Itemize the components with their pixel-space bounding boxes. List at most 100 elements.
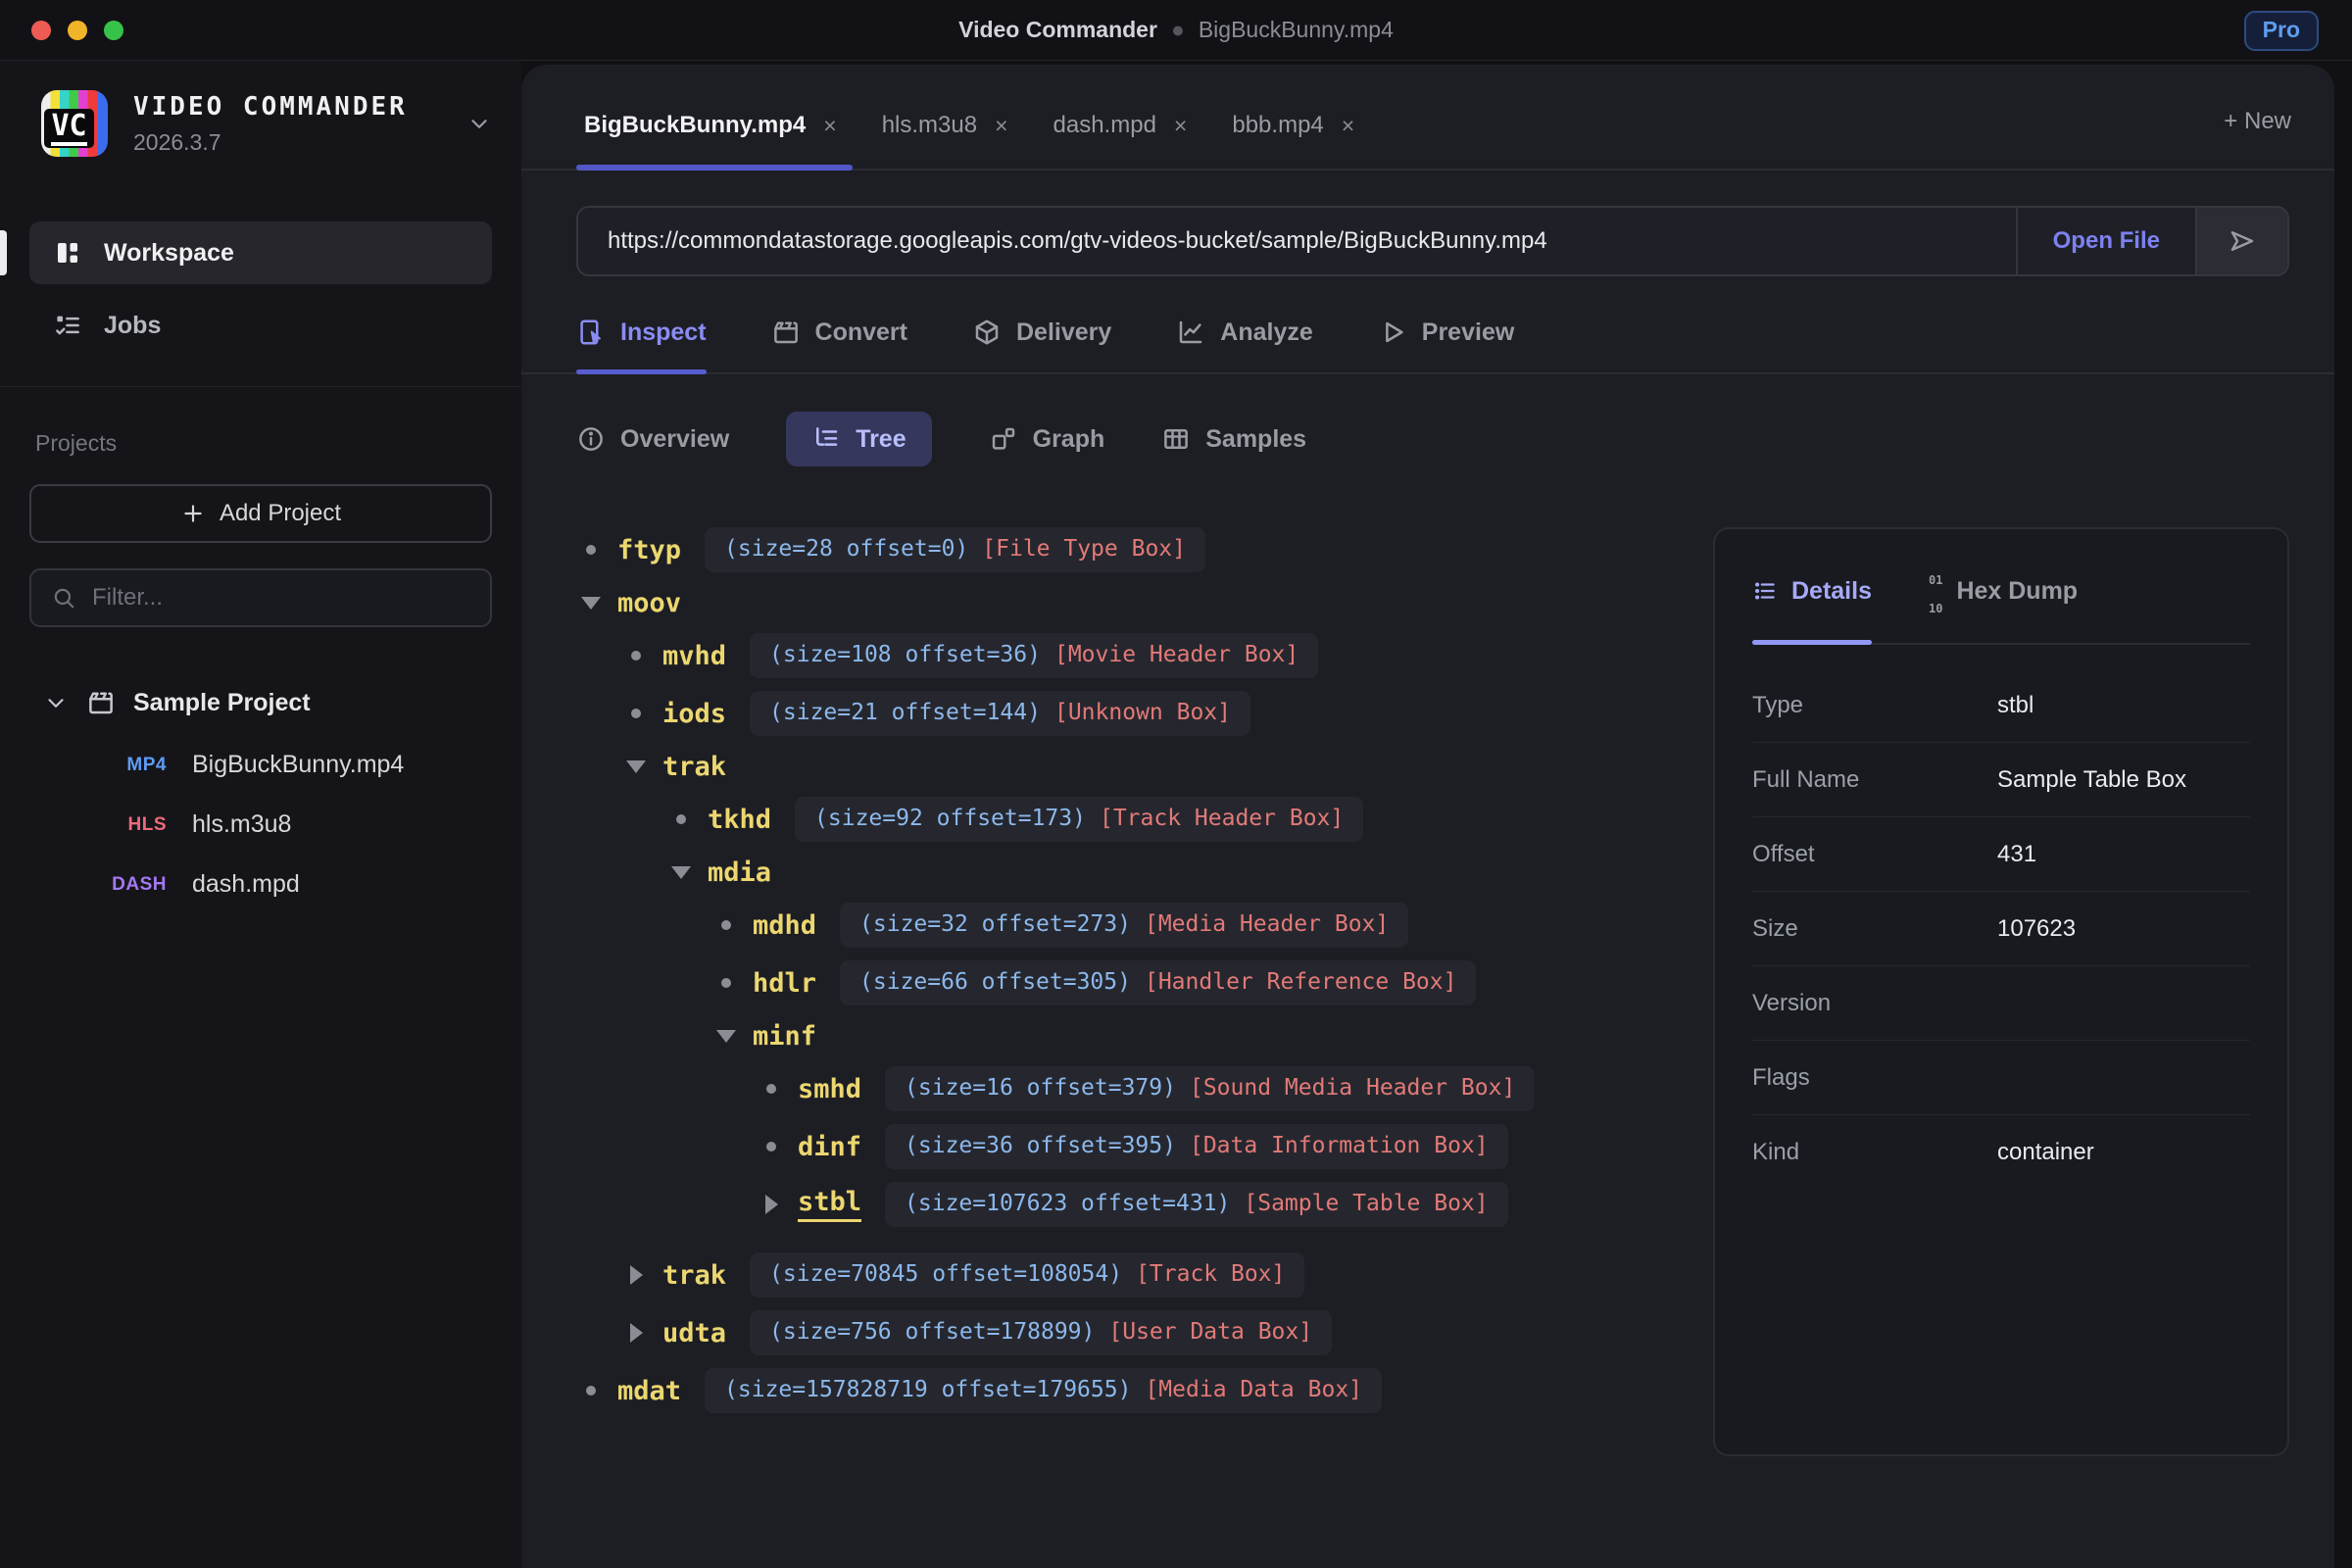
window-title-doc: BigBuckBunny.mp4: [1199, 17, 1394, 42]
tree-node-trak[interactable]: trak(size=70845 offset=108054)[Track Box…: [576, 1252, 1686, 1298]
doc-tab-dash.mpd[interactable]: dash.mpd ×: [1046, 112, 1203, 169]
tree-node-mvhd[interactable]: mvhd(size=108 offset=36)[Movie Header Bo…: [576, 633, 1686, 678]
filter-input[interactable]: [92, 584, 470, 612]
tree-node-mdia[interactable]: mdia: [576, 855, 1686, 890]
close-tab-icon[interactable]: ×: [1174, 113, 1187, 139]
view-tab-tree[interactable]: Tree: [786, 412, 931, 466]
tool-tab-inspect[interactable]: Inspect: [576, 318, 707, 372]
file-format-badge: HLS: [69, 814, 167, 836]
box-name[interactable]: mdhd: [753, 910, 816, 941]
close-tab-icon[interactable]: ×: [995, 113, 1007, 139]
box-name[interactable]: mvhd: [662, 641, 726, 671]
plus-icon: [180, 501, 206, 526]
box-name[interactable]: minf: [753, 1021, 816, 1052]
tool-tab-label: Inspect: [620, 318, 707, 347]
tree-node-trak[interactable]: trak: [576, 749, 1686, 784]
box-name[interactable]: dinf: [798, 1132, 861, 1162]
details-label: Flags: [1752, 1064, 1997, 1092]
doc-tab-bbb.mp4[interactable]: bbb.mp4×: [1224, 112, 1370, 169]
box-full-name: [Sample Table Box]: [1244, 1191, 1488, 1216]
box-name[interactable]: udta: [662, 1318, 726, 1348]
view-tab-samples[interactable]: Samples: [1161, 424, 1306, 454]
doc-tab-hls.m3u8[interactable]: hls.m3u8×: [874, 112, 1024, 169]
expand-triangle-icon[interactable]: [621, 1265, 651, 1285]
tree-node-moov[interactable]: moov: [576, 585, 1686, 620]
tree-node-smhd[interactable]: smhd (size=16 offset=379)[Sound Media Hea…: [576, 1066, 1686, 1111]
box-full-name: [Media Data Box]: [1145, 1377, 1362, 1402]
box-info-chip: (size=36 offset=395)[Data Information Bo…: [885, 1124, 1508, 1169]
project-file-item[interactable]: DASHdash.mpd: [0, 855, 521, 914]
new-tab-button[interactable]: + New: [2224, 108, 2291, 169]
minimize-window-button[interactable]: [68, 21, 87, 40]
collapse-triangle-icon[interactable]: [621, 760, 651, 773]
box-name[interactable]: trak: [662, 1260, 726, 1291]
submit-url-button[interactable]: [2195, 208, 2287, 274]
sidebar-item-workspace[interactable]: Workspace: [29, 221, 492, 284]
leaf-bullet-icon: [711, 920, 741, 930]
sidebar-item-jobs[interactable]: Jobs: [29, 294, 492, 357]
project-file-item[interactable]: MP4BigBuckBunny.mp4: [0, 735, 521, 795]
brand-row[interactable]: VC VIDEO COMMANDER 2026.3.7: [0, 61, 521, 182]
close-window-button[interactable]: [31, 21, 51, 40]
box-info-chip: (size=157828719 offset=179655)[Media Dat…: [705, 1368, 1382, 1413]
box-name[interactable]: ftyp: [617, 535, 681, 565]
tree-node-iods[interactable]: iods(size=21 offset=144)[Unknown Box]: [576, 691, 1686, 736]
tree-node-dinf[interactable]: dinf (size=36 offset=395)[Data Informatio…: [576, 1124, 1686, 1169]
box-name[interactable]: smhd: [798, 1074, 861, 1104]
doc-tab-BigBuckBunny.mp4[interactable]: BigBuckBunny.mp4×: [576, 112, 853, 169]
project-tree-header[interactable]: Sample Project: [43, 688, 492, 717]
box-name[interactable]: moov: [617, 588, 681, 618]
box-name[interactable]: mdia: [708, 858, 771, 888]
box-full-name: [Track Header Box]: [1100, 806, 1344, 831]
collapse-triangle-icon[interactable]: [666, 866, 696, 879]
collapse-triangle-icon[interactable]: [711, 1030, 741, 1043]
box-info-chip: (size=16 offset=379)[Sound Media Header …: [885, 1066, 1535, 1111]
tree-node-ftyp[interactable]: ftyp(size=28 offset=0)[File Type Box]: [576, 527, 1686, 572]
tree-node-tkhd[interactable]: tkhd(size=92 offset=173)[Track Header Bo…: [576, 797, 1686, 842]
box-size-offset: (size=66 offset=305): [859, 969, 1131, 995]
view-tab-graph[interactable]: Graph: [989, 424, 1105, 454]
expand-triangle-icon[interactable]: [621, 1323, 651, 1343]
details-tab-hex-dump[interactable]: 0110Hex Dump: [1929, 563, 2078, 643]
tool-tab-analyze[interactable]: Analyze: [1176, 318, 1312, 372]
close-tab-icon[interactable]: ×: [1342, 113, 1354, 139]
box-name[interactable]: stbl: [798, 1187, 861, 1222]
box-name[interactable]: trak: [662, 752, 726, 782]
doc-tab-label: dash.mpd: [1054, 112, 1156, 139]
tool-tab-preview[interactable]: Preview: [1378, 318, 1515, 372]
details-row-kind: Kindcontainer: [1752, 1115, 2250, 1190]
chevron-down-icon[interactable]: [466, 111, 492, 136]
box-full-name: [Track Box]: [1136, 1261, 1285, 1287]
view-tab-label: Graph: [1033, 425, 1105, 454]
open-file-button[interactable]: Open File: [2016, 208, 2195, 274]
tree-node-udta[interactable]: udta(size=756 offset=178899)[User Data B…: [576, 1310, 1686, 1355]
close-tab-icon[interactable]: ×: [823, 113, 836, 139]
view-tab-overview[interactable]: Overview: [576, 424, 729, 454]
box-name[interactable]: iods: [662, 699, 726, 729]
tree-node-hdlr[interactable]: hdlr(size=66 offset=305)[Handler Referen…: [576, 960, 1686, 1005]
projects-section-label: Projects: [35, 430, 486, 457]
inspect-icon: [576, 318, 606, 347]
tree-node-mdhd[interactable]: mdhd(size=32 offset=273)[Media Header Bo…: [576, 903, 1686, 948]
chevron-down-icon[interactable]: [43, 690, 69, 715]
add-project-button[interactable]: Add Project: [29, 484, 492, 543]
collapse-triangle-icon[interactable]: [576, 597, 606, 610]
tool-tab-delivery[interactable]: Delivery: [972, 318, 1111, 372]
details-value: stbl: [1997, 692, 2250, 719]
details-rows: TypestblFull NameSample Table BoxOffset4…: [1752, 668, 2250, 1190]
project-file-item[interactable]: HLShls.m3u8: [0, 795, 521, 855]
box-name[interactable]: hdlr: [753, 968, 816, 999]
box-name[interactable]: mdat: [617, 1376, 681, 1406]
zoom-window-button[interactable]: [104, 21, 123, 40]
url-input[interactable]: [608, 227, 1986, 255]
box-name[interactable]: tkhd: [708, 805, 771, 835]
details-tab-details[interactable]: Details: [1752, 563, 1872, 643]
analyze-icon: [1176, 318, 1205, 347]
expand-triangle-icon[interactable]: [757, 1195, 786, 1214]
tree-node-stbl[interactable]: stbl(size=107623 offset=431)[Sample Tabl…: [576, 1182, 1686, 1227]
leaf-bullet-icon: [757, 1142, 786, 1152]
document-tabs: BigBuckBunny.mp4×hls.m3u8×dash.mpd×bbb.m…: [521, 65, 2334, 171]
tree-node-minf[interactable]: minf: [576, 1018, 1686, 1054]
tree-node-mdat[interactable]: mdat (size=157828719 offset=179655)[Media…: [576, 1368, 1686, 1413]
tool-tab-convert[interactable]: Convert: [771, 318, 907, 372]
